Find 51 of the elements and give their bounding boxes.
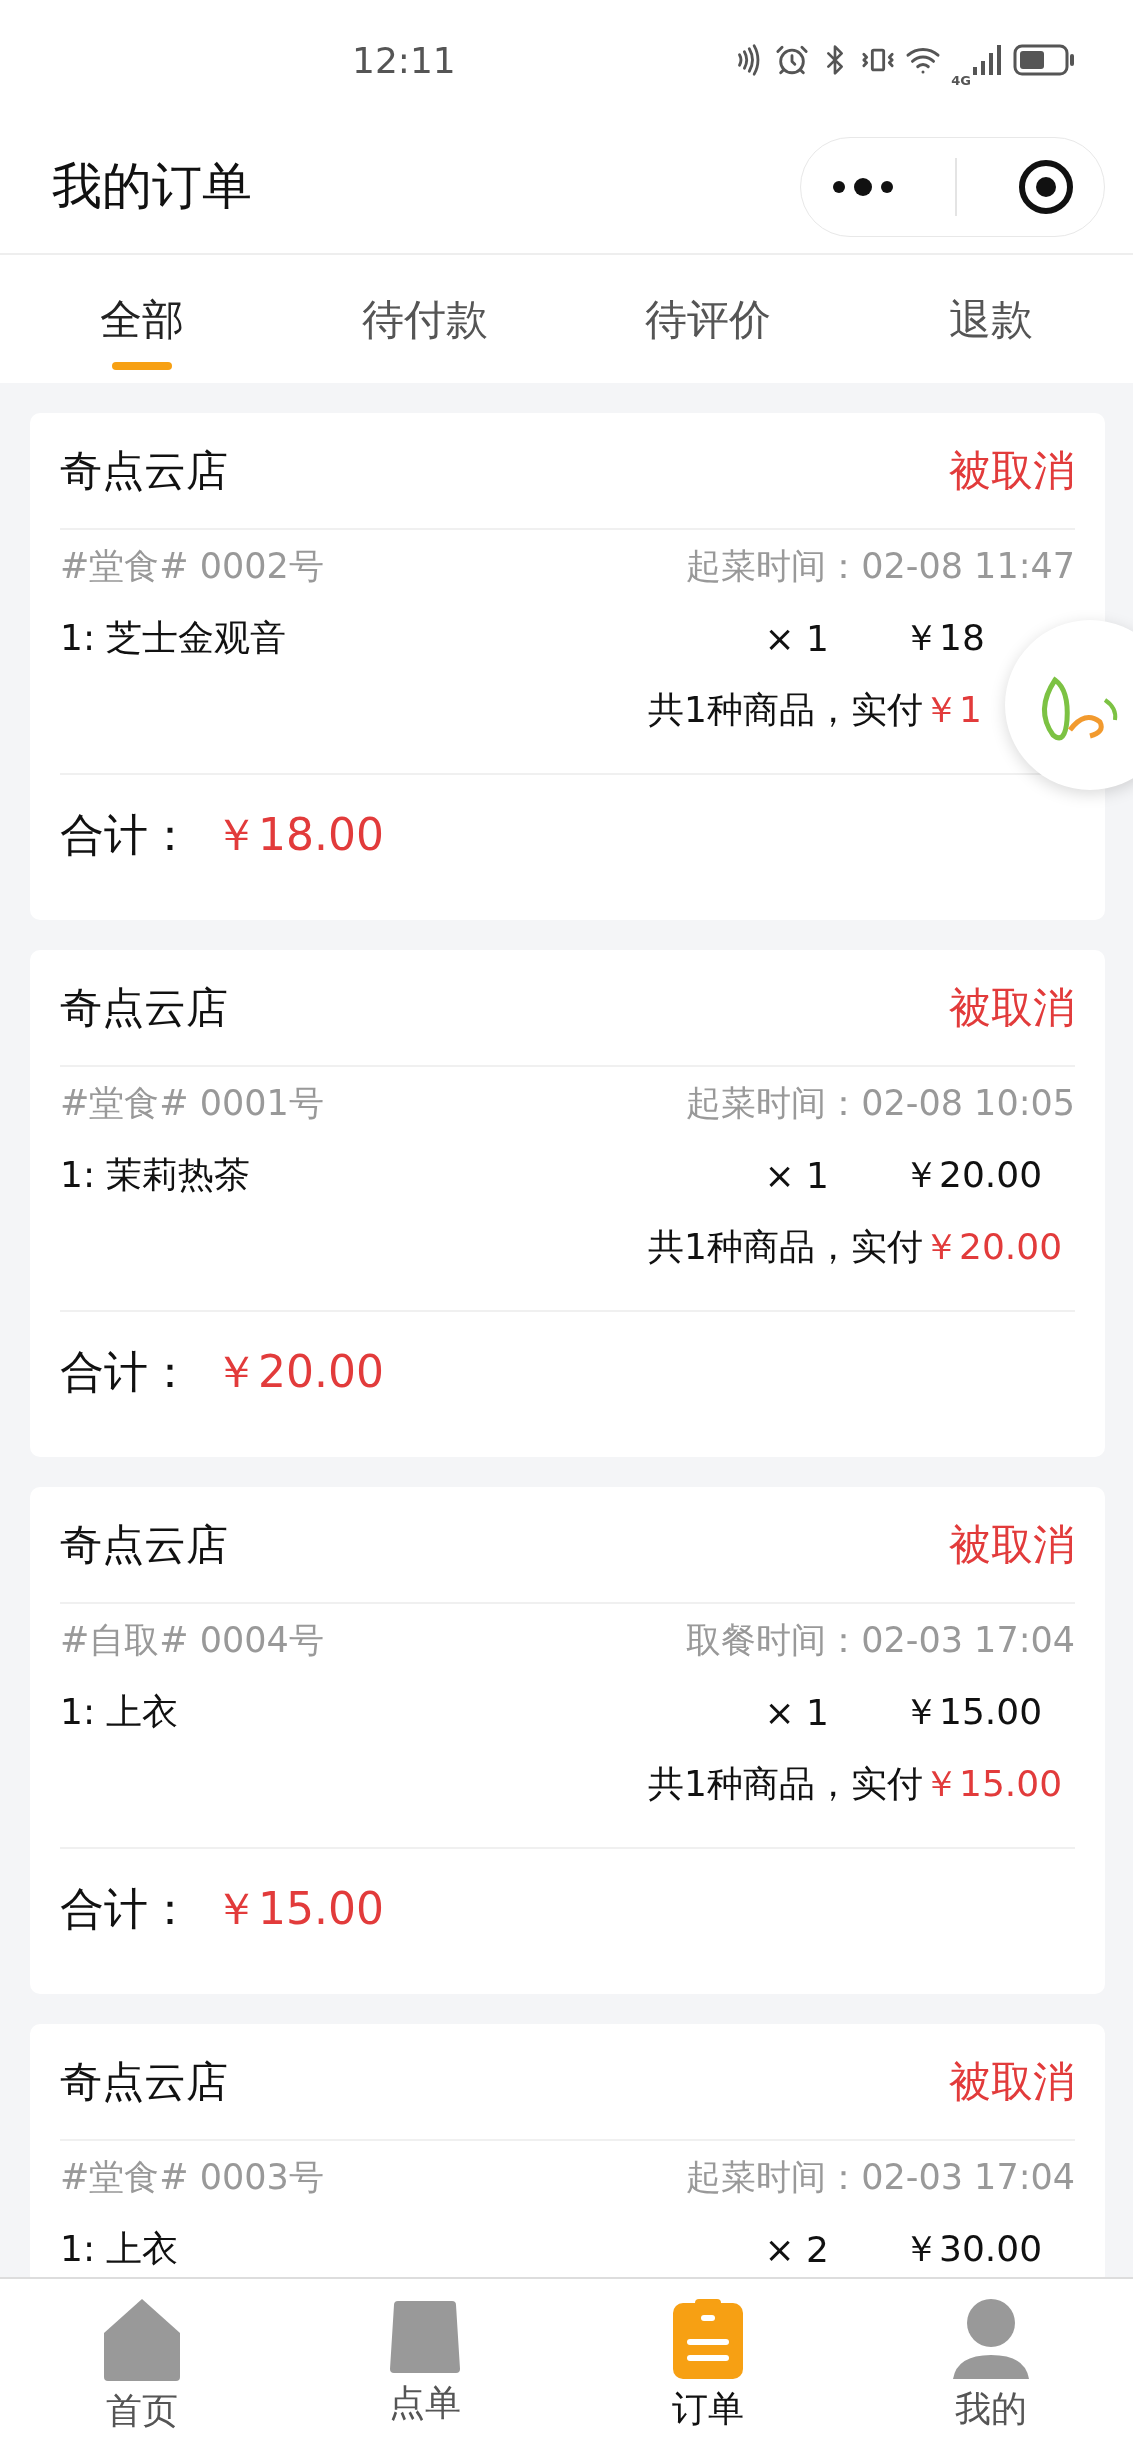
paid-amount: ￥1 (923, 687, 983, 732)
order-number: #堂食# 0001号 (60, 1081, 324, 1125)
alarm-icon (775, 43, 810, 77)
item-price: ￥30.00 (903, 2226, 1044, 2271)
item-quantity: × 1 (764, 1691, 829, 1733)
store-name: 奇点云店 (60, 2055, 228, 2108)
close-target-icon[interactable] (1017, 158, 1074, 215)
order-status: 被取消 (949, 1518, 1075, 1571)
store-name: 奇点云店 (60, 1518, 228, 1571)
battery-icon (1013, 44, 1075, 76)
paid-amount: ￥20.00 (923, 1224, 1064, 1269)
order-number: #堂食# 0002号 (60, 544, 324, 588)
order-number: #自取# 0004号 (60, 1618, 324, 1662)
order-status: 被取消 (949, 444, 1075, 497)
status-time: 12:11 (352, 39, 456, 81)
total-amount: ￥20.00 (214, 1347, 384, 1397)
item-name: 1: 上衣 (60, 2226, 180, 2271)
store-name: 奇点云店 (60, 444, 228, 497)
item-price: ￥15.00 (903, 1689, 1044, 1734)
item-price: ￥20.00 (903, 1152, 1044, 1197)
total-label: 合计： (60, 1347, 192, 1397)
paid-amount: ￥15.00 (923, 1761, 1064, 1806)
network-label: 4G (951, 72, 971, 88)
item-quantity: × 2 (764, 2228, 829, 2270)
summary-label: 共1种商品，实付 (648, 687, 923, 732)
order-status: 被取消 (949, 2055, 1075, 2108)
person-icon (951, 2297, 1032, 2381)
signal-icon (973, 45, 1003, 75)
order-time: 起菜时间：02-08 10:05 (686, 1081, 1075, 1125)
order-time: 起菜时间：02-03 17:04 (686, 2155, 1075, 2199)
clipboard-icon (671, 2297, 746, 2381)
item-name: 1: 上衣 (60, 1689, 180, 1734)
total-label: 合计： (60, 1884, 192, 1934)
item-name: 1: 茉莉热茶 (60, 1152, 252, 1197)
item-quantity: × 1 (764, 1154, 829, 1196)
summary-label: 共1种商品，实付 (648, 1224, 923, 1269)
item-price: ￥18 (903, 615, 986, 660)
home-icon (101, 2297, 182, 2383)
item-quantity: × 1 (764, 617, 829, 659)
total-amount: ￥15.00 (214, 1884, 384, 1934)
total-amount: ￥18.00 (214, 810, 384, 860)
order-time: 取餐时间：02-03 17:04 (686, 1618, 1075, 1662)
order-time: 起菜时间：02-08 11:47 (686, 544, 1075, 588)
store-name: 奇点云店 (60, 981, 228, 1034)
order-status: 被取消 (949, 981, 1075, 1034)
page-title: 我的订单 (52, 156, 252, 217)
total-label: 合计： (60, 810, 192, 860)
item-name: 1: 芝士金观音 (60, 615, 288, 660)
summary-label: 共1种商品，实付 (648, 1761, 923, 1806)
more-icon[interactable] (831, 176, 896, 197)
order-number: #堂食# 0003号 (60, 2155, 324, 2199)
